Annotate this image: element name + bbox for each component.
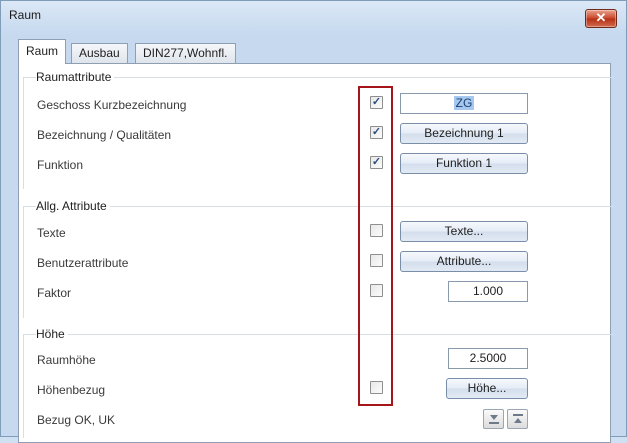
- bezug-uk-button[interactable]: [483, 409, 504, 429]
- tab-din277[interactable]: DIN277,Wohnfl.: [135, 43, 236, 64]
- raumhoehe-field[interactable]: 2.5000: [448, 348, 528, 369]
- group-title-raumattribute: Raumattribute: [36, 70, 115, 84]
- title-bar[interactable]: Raum ✕: [1, 1, 626, 31]
- group-divider: [23, 206, 24, 318]
- highlight-rectangle: [358, 86, 393, 406]
- tab-raum[interactable]: Raum: [18, 39, 67, 64]
- align-bottom-icon: [489, 415, 499, 424]
- group-divider: [23, 334, 614, 335]
- geschoss-field[interactable]: ZG: [400, 93, 528, 114]
- label-bezug: Bezug OK, UK: [37, 413, 116, 427]
- attribute-button[interactable]: Attribute...: [400, 251, 528, 272]
- close-button[interactable]: ✕: [585, 9, 617, 28]
- tab-ausbau[interactable]: Ausbau: [71, 43, 128, 64]
- bezeichnung-button[interactable]: Bezeichnung 1: [400, 123, 528, 144]
- close-icon: ✕: [595, 10, 607, 25]
- group-divider: [23, 77, 24, 189]
- texte-button[interactable]: Texte...: [400, 221, 528, 242]
- label-bezeichnung: Bezeichnung / Qualitäten: [37, 128, 172, 142]
- hoehe-button[interactable]: Höhe...: [446, 378, 528, 399]
- group-divider: [23, 206, 614, 207]
- align-top-icon: [513, 414, 523, 423]
- group-divider: [23, 334, 24, 438]
- label-funktion: Funktion: [37, 158, 84, 172]
- dialog-window: Raum ✕ Raum Ausbau DIN277,Wohnfl. Raumat…: [0, 0, 627, 443]
- label-raumhoehe: Raumhöhe: [37, 353, 96, 367]
- label-texte: Texte: [37, 226, 66, 240]
- funktion-button[interactable]: Funktion 1: [400, 153, 528, 174]
- bezug-ok-button[interactable]: [507, 409, 528, 429]
- group-title-hoehe: Höhe: [36, 327, 68, 341]
- label-hoehenbezug: Höhenbezug: [37, 383, 106, 397]
- faktor-field[interactable]: 1.000: [448, 281, 528, 302]
- label-geschoss: Geschoss Kurzbezeichnung: [37, 98, 187, 112]
- window-title: Raum: [9, 8, 42, 22]
- label-benutzerattribute: Benutzerattribute: [37, 256, 129, 270]
- label-faktor: Faktor: [37, 286, 72, 300]
- group-title-allg: Allg. Attribute: [36, 199, 110, 213]
